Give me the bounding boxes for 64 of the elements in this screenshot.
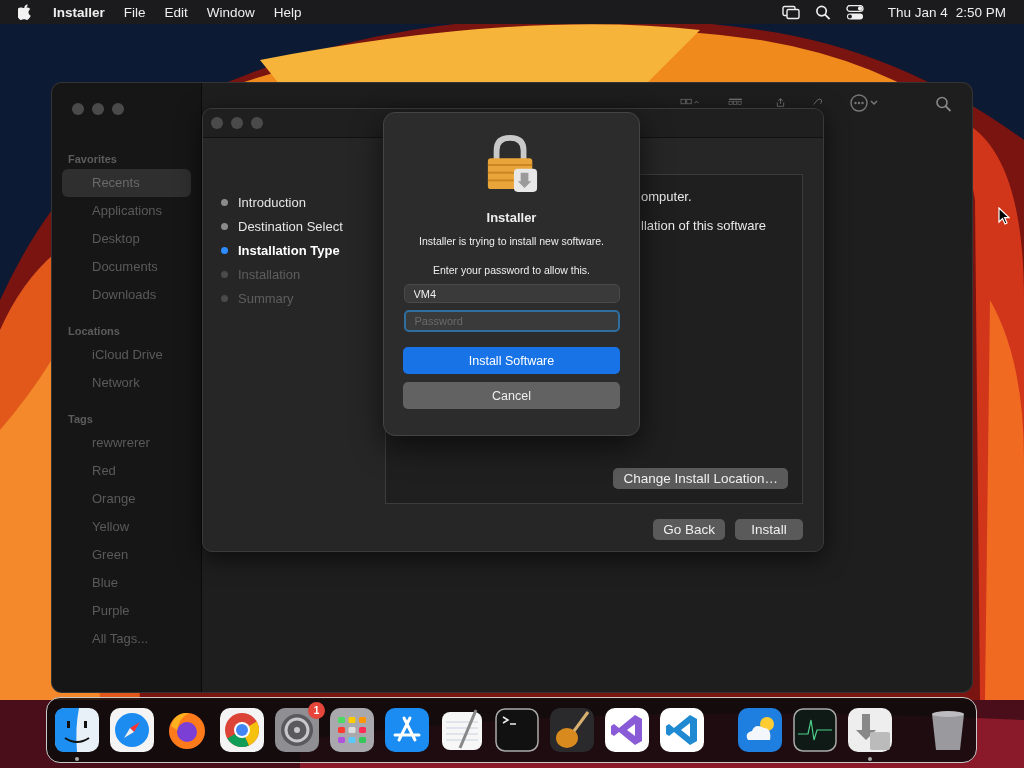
control-center-icon[interactable] bbox=[845, 4, 864, 20]
menu-item[interactable]: Edit bbox=[164, 4, 188, 20]
sidebar-item[interactable]: Green bbox=[62, 541, 191, 569]
footer-button[interactable]: Install bbox=[735, 519, 803, 540]
sidebar-item[interactable]: Orange bbox=[62, 485, 191, 513]
sidebar-heading: Locations bbox=[67, 324, 121, 339]
install-software-button[interactable]: Install Software bbox=[403, 347, 620, 374]
sidebar-item[interactable]: Documents bbox=[62, 253, 191, 281]
username-field[interactable]: VM4 bbox=[403, 284, 620, 303]
sidebar-heading: Favorites bbox=[67, 152, 118, 167]
sidebar-item[interactable]: Downloads bbox=[62, 281, 191, 309]
guitar-icon[interactable] bbox=[550, 708, 594, 752]
activity-graph-icon[interactable] bbox=[793, 708, 837, 752]
sidebar-item[interactable]: iCloud Drive bbox=[62, 341, 191, 369]
description-text: omputer. bbox=[641, 189, 693, 204]
gear-app-icon[interactable] bbox=[275, 708, 319, 752]
description-text: llation of this software bbox=[641, 218, 767, 233]
step-label: Installation Type bbox=[238, 242, 340, 258]
sidebar-item[interactable]: Desktop bbox=[62, 225, 191, 253]
search-icon[interactable] bbox=[813, 4, 832, 20]
step-label: Summary bbox=[238, 290, 294, 306]
cancel-button[interactable]: Cancel bbox=[403, 382, 620, 409]
dialog-title: Installer bbox=[486, 210, 537, 225]
sidebar-item[interactable]: Red bbox=[62, 457, 191, 485]
step-label: Introduction bbox=[238, 194, 306, 210]
sidebar-item[interactable]: rewwrerer bbox=[62, 429, 191, 457]
terminal-icon[interactable] bbox=[495, 708, 539, 752]
sidebar-item[interactable]: Blue bbox=[62, 569, 191, 597]
sidebar-item[interactable]: Yellow bbox=[62, 513, 191, 541]
menu-item[interactable]: Window bbox=[206, 4, 255, 20]
menu-item[interactable]: Help bbox=[273, 4, 302, 20]
compass-app-icon[interactable] bbox=[110, 708, 154, 752]
icon-view-icon[interactable] bbox=[679, 98, 701, 107]
download-box-icon[interactable] bbox=[848, 708, 892, 752]
sidebar-item[interactable]: Purple bbox=[62, 597, 191, 625]
dialog-prompt: Enter your password to allow this. bbox=[433, 264, 590, 276]
share-icon[interactable] bbox=[775, 98, 786, 107]
menu-item[interactable]: File bbox=[123, 4, 146, 20]
browser-wheel-app-icon[interactable] bbox=[220, 708, 264, 752]
app-menu[interactable]: Installer bbox=[53, 4, 105, 20]
screen-mirroring-icon[interactable] bbox=[781, 4, 800, 20]
sidebar-item[interactable]: Network bbox=[62, 369, 191, 397]
apple-logo-icon[interactable] bbox=[18, 4, 32, 20]
notepad-pen-icon[interactable] bbox=[440, 708, 484, 752]
sidebar-heading: Tags bbox=[67, 412, 94, 427]
menu-bar-date[interactable]: Thu Jan 4 bbox=[887, 4, 948, 20]
menu-bar-time[interactable]: 2:50 PM bbox=[955, 4, 1006, 20]
step-label: Installation bbox=[238, 266, 301, 282]
change-location-button[interactable]: Change Install Location… bbox=[613, 468, 788, 489]
sidebar-item[interactable]: Recents bbox=[62, 169, 191, 197]
dialog-message: Installer is trying to install new software. bbox=[419, 235, 604, 247]
sidebar-item[interactable]: All Tags... bbox=[62, 625, 191, 653]
footer-button[interactable]: Go Back bbox=[653, 519, 725, 540]
more-icon[interactable] bbox=[849, 93, 879, 113]
mouse-pointer-icon bbox=[998, 207, 1010, 225]
step-label: Destination Select bbox=[238, 218, 343, 234]
smiling-face-app-icon[interactable] bbox=[55, 708, 99, 752]
app-store-icon[interactable] bbox=[385, 708, 429, 752]
weather-icon[interactable] bbox=[738, 708, 782, 752]
notification-badge: 1 bbox=[308, 702, 325, 719]
infinity-loop-app-icon[interactable] bbox=[605, 708, 649, 752]
app-grid-icon[interactable] bbox=[330, 708, 374, 752]
code-editor-icon[interactable] bbox=[660, 708, 704, 752]
sidebar-item[interactable]: Applications bbox=[62, 197, 191, 225]
